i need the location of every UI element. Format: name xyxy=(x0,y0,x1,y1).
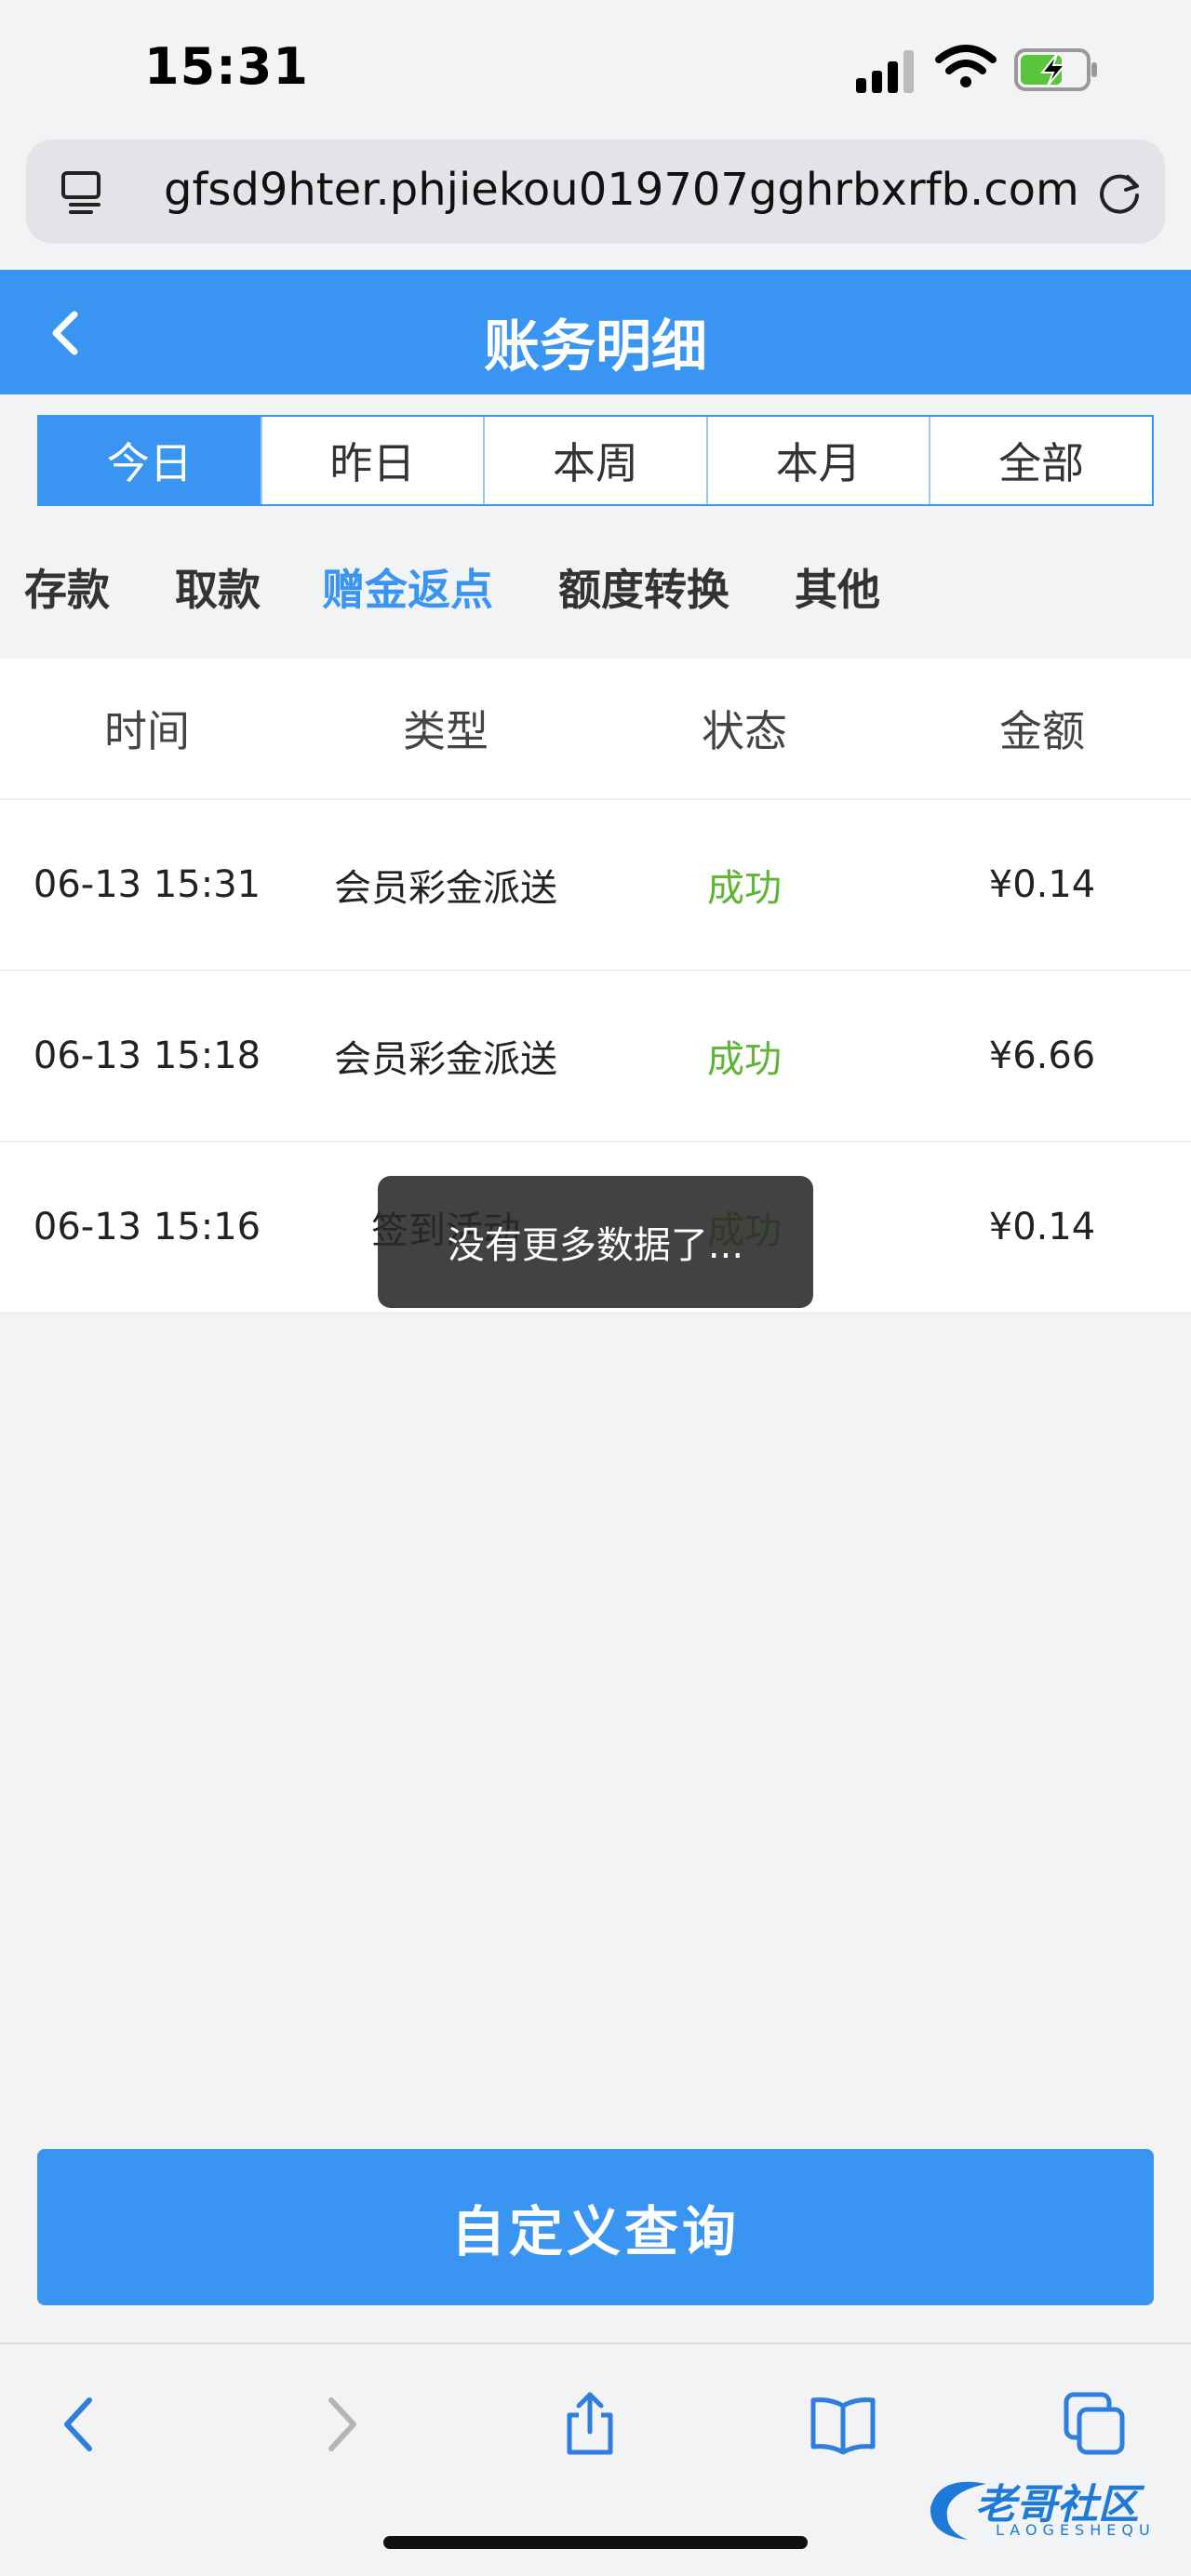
url-text[interactable]: gfsd9hter.phjiekou019707gghrbxrfb.com xyxy=(164,164,1079,216)
browser-forward-icon[interactable] xyxy=(307,2391,374,2458)
category-tabs: 存款 取款 赠金返点 额度转换 其他 xyxy=(0,556,1191,633)
period-tabs: 今日 昨日 本周 本月 全部 xyxy=(37,415,1154,506)
row-time: 06-13 15:18 xyxy=(33,1034,261,1077)
status-bar: 15:31 xyxy=(0,0,1191,140)
column-type: 类型 xyxy=(403,706,488,756)
tab-today[interactable]: 今日 xyxy=(39,417,261,504)
page-title: 账务明细 xyxy=(484,314,707,380)
row-status: 成功 xyxy=(707,867,782,910)
tab-this-week[interactable]: 本周 xyxy=(483,417,706,504)
row-type: 会员彩金派送 xyxy=(334,867,557,910)
tab-transfer[interactable]: 额度转换 xyxy=(558,556,729,618)
table-header: 时间 类型 状态 金额 xyxy=(0,659,1191,800)
browser-back-icon[interactable] xyxy=(47,2391,114,2458)
share-icon[interactable] xyxy=(556,2391,623,2458)
table-row[interactable]: 06-13 15:18 会员彩金派送 成功 ¥6.66 xyxy=(0,971,1191,1142)
row-status: 成功 xyxy=(707,1038,782,1081)
row-amount: ¥0.14 xyxy=(988,1206,1096,1248)
tab-all[interactable]: 全部 xyxy=(929,417,1152,504)
tab-bonus-rebate[interactable]: 赠金返点 xyxy=(322,556,493,618)
tabs-icon[interactable] xyxy=(1061,2391,1128,2458)
table-row[interactable]: 06-13 15:31 会员彩金派送 成功 ¥0.14 xyxy=(0,800,1191,971)
section-divider xyxy=(0,634,1191,659)
column-time: 时间 xyxy=(104,706,190,756)
row-amount: ¥0.14 xyxy=(988,863,1096,906)
row-time: 06-13 15:16 xyxy=(33,1206,261,1248)
wifi-icon xyxy=(935,45,997,87)
cellular-signal-icon xyxy=(856,48,919,93)
tab-withdraw[interactable]: 取款 xyxy=(175,556,261,618)
browser-url-bar[interactable]: gfsd9hter.phjiekou019707gghrbxrfb.com xyxy=(26,140,1165,244)
reload-icon[interactable] xyxy=(1092,166,1146,220)
battery-charging-icon xyxy=(1014,48,1097,91)
tab-deposit[interactable]: 存款 xyxy=(24,556,110,618)
home-indicator xyxy=(383,2536,808,2549)
column-amount: 金额 xyxy=(999,706,1085,756)
row-amount: ¥6.66 xyxy=(988,1034,1096,1077)
tab-yesterday[interactable]: 昨日 xyxy=(260,417,484,504)
tab-this-month[interactable]: 本月 xyxy=(705,417,930,504)
bookmarks-icon[interactable] xyxy=(810,2391,877,2458)
status-time: 15:31 xyxy=(144,37,309,96)
watermark-subtext: LAOGESHEQU xyxy=(996,2521,1156,2539)
page-menu-icon[interactable] xyxy=(58,167,106,216)
custom-query-button[interactable]: 自定义查询 xyxy=(37,2149,1154,2305)
column-status: 状态 xyxy=(702,706,787,756)
row-type: 会员彩金派送 xyxy=(334,1038,557,1081)
toast-message: 没有更多数据了... xyxy=(378,1176,813,1308)
watermark-logo: 老哥社区 LAOGESHEQU xyxy=(921,2465,1182,2549)
row-time: 06-13 15:31 xyxy=(33,863,261,906)
app-header: 账务明细 xyxy=(0,270,1191,394)
tab-other[interactable]: 其他 xyxy=(795,556,880,618)
